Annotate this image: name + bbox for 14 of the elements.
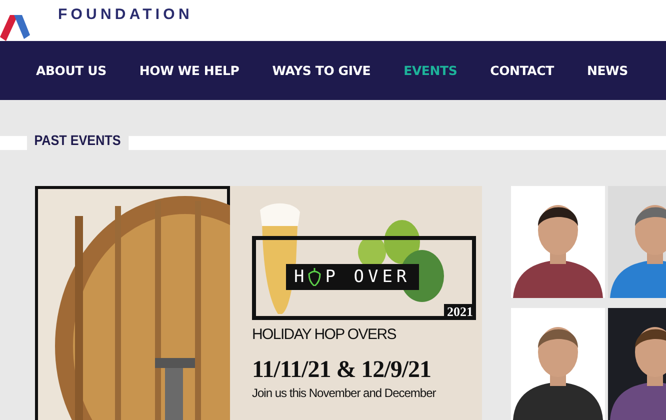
nav-link[interactable]: WAYS TO GIVE <box>272 63 371 78</box>
nav-link[interactable]: HOW WE HELP <box>139 63 240 78</box>
event-poster[interactable]: H P OVER 2021 HOLIDAY HOP OVERS 11/11/21 & 12/9/21 Join us this November and December <box>35 186 482 420</box>
logo-text: FOUNDATION <box>58 7 193 25</box>
logo-text: H <box>294 268 308 286</box>
logo-text: P OVER <box>325 268 411 286</box>
hop-cone-icon <box>308 268 322 286</box>
nav-link[interactable]: NEWS <box>586 63 628 78</box>
event-name: HOLIDAY HOP OVERS <box>252 326 397 343</box>
event-tagline: Join us this November and December <box>252 386 437 400</box>
nav-link[interactable]: ABOUT US <box>36 63 106 78</box>
event-dates: 11/11/21 & 12/9/21 <box>252 357 432 384</box>
nav-link[interactable]: CONTACT <box>490 63 554 78</box>
nav-link[interactable]: EVENTS <box>404 63 458 78</box>
